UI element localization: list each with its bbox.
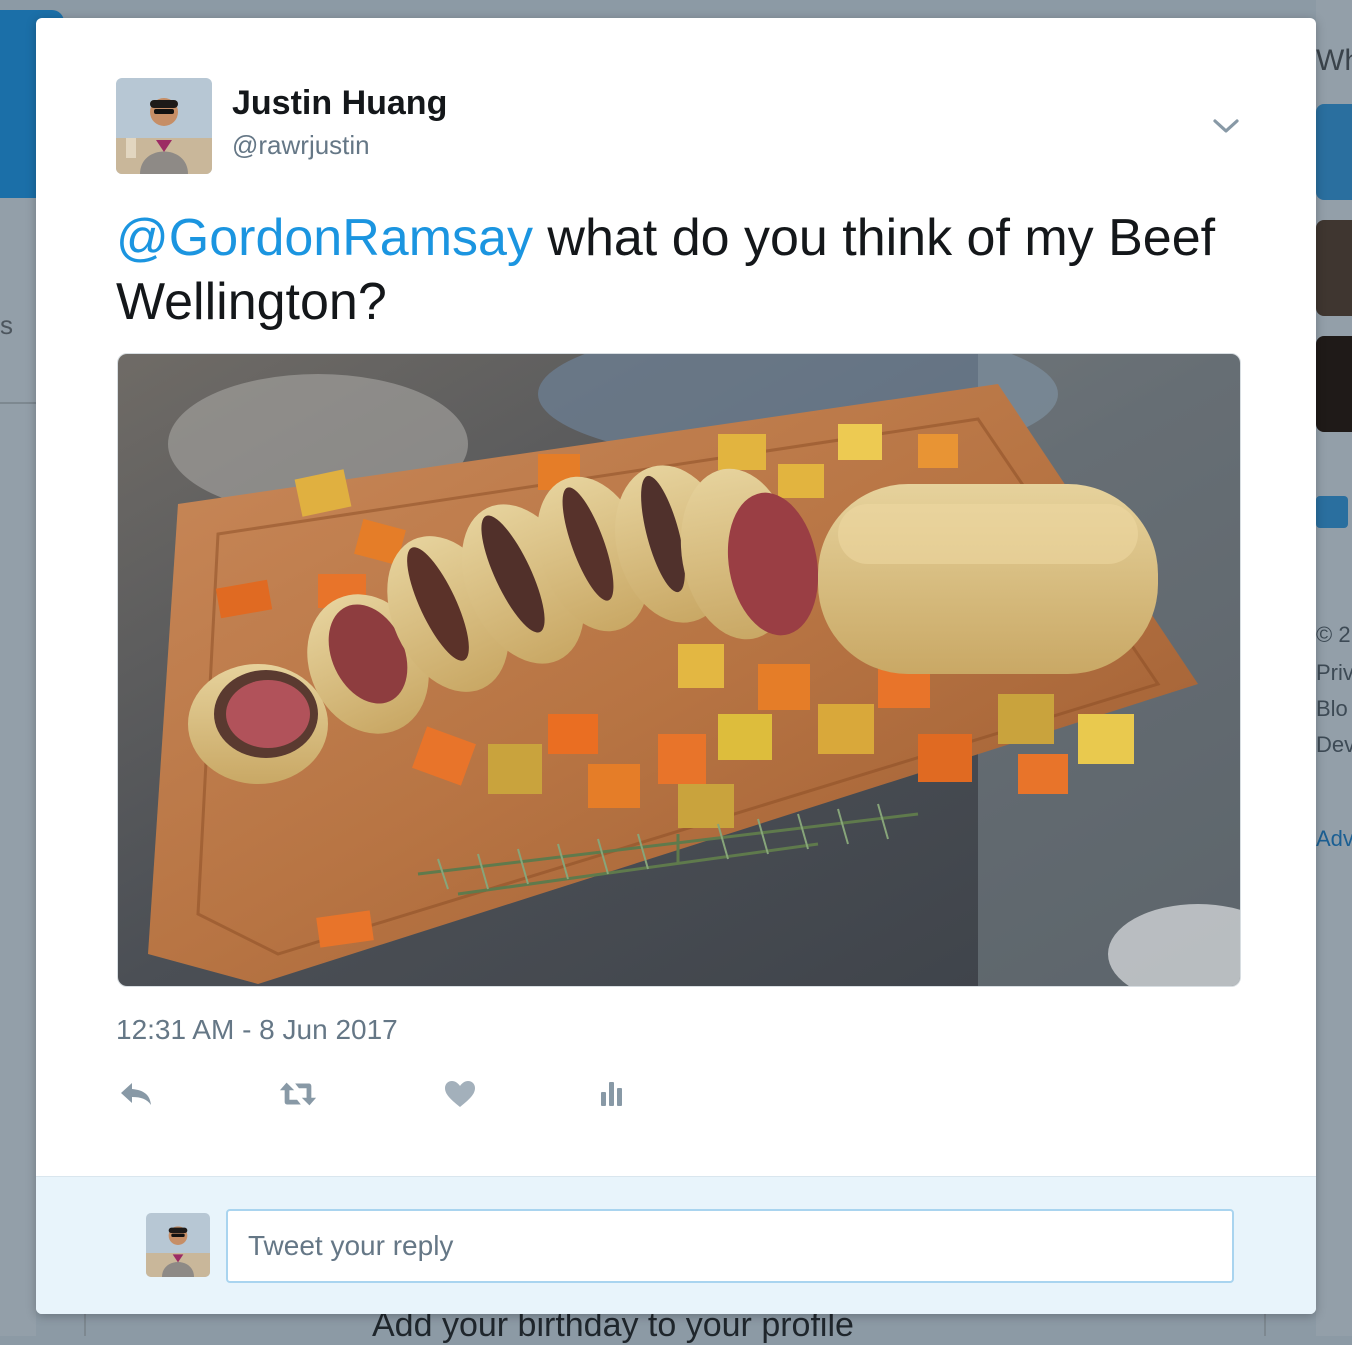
- background-suggestion-avatar: [1316, 220, 1352, 316]
- background-suggestion-avatar: [1316, 104, 1352, 200]
- background-left-column: [0, 198, 36, 1336]
- background-footer-privacy: Priv: [1316, 660, 1352, 685]
- current-user-avatar[interactable]: [146, 1213, 210, 1277]
- mention-link[interactable]: @GordonRamsay: [116, 209, 533, 267]
- tweet-timestamp[interactable]: 12:31 AM - 8 Jun 2017: [116, 1014, 398, 1046]
- background-divider: [0, 402, 36, 404]
- person-icon: [1316, 496, 1348, 528]
- background-suggestion-avatar: [1316, 336, 1352, 432]
- author-avatar[interactable]: [116, 78, 212, 174]
- heart-icon: [445, 1081, 475, 1107]
- retweet-button[interactable]: [278, 1074, 318, 1114]
- like-button[interactable]: [440, 1074, 480, 1114]
- tweet-modal: Justin Huang @rawrjustin @GordonRamsay w…: [36, 18, 1316, 1314]
- more-options-button[interactable]: [1208, 108, 1244, 144]
- reply-composer: [36, 1176, 1316, 1314]
- background-left-text: s: [0, 310, 13, 340]
- background-footer-copyright: © 2: [1316, 622, 1351, 647]
- author-name[interactable]: Justin Huang: [232, 84, 447, 123]
- analytics-icon: [601, 1082, 622, 1106]
- background-footer-blog: Blo: [1316, 696, 1348, 721]
- retweet-icon: [279, 1082, 317, 1106]
- tweet-text: @GordonRamsay what do you think of my Be…: [116, 206, 1236, 334]
- analytics-button[interactable]: [592, 1074, 632, 1114]
- background-footer-developers: Dev: [1316, 732, 1352, 757]
- background-who-to-follow-heading: Wh: [1316, 44, 1352, 77]
- reply-icon: [121, 1083, 151, 1105]
- reply-input[interactable]: [226, 1209, 1234, 1283]
- background-ads-link: Adv: [1316, 826, 1352, 851]
- reply-button[interactable]: [116, 1074, 156, 1114]
- tweet-photo[interactable]: [117, 353, 1241, 987]
- author-handle[interactable]: @rawrjustin: [232, 130, 370, 161]
- chevron-down-icon: [1213, 119, 1239, 133]
